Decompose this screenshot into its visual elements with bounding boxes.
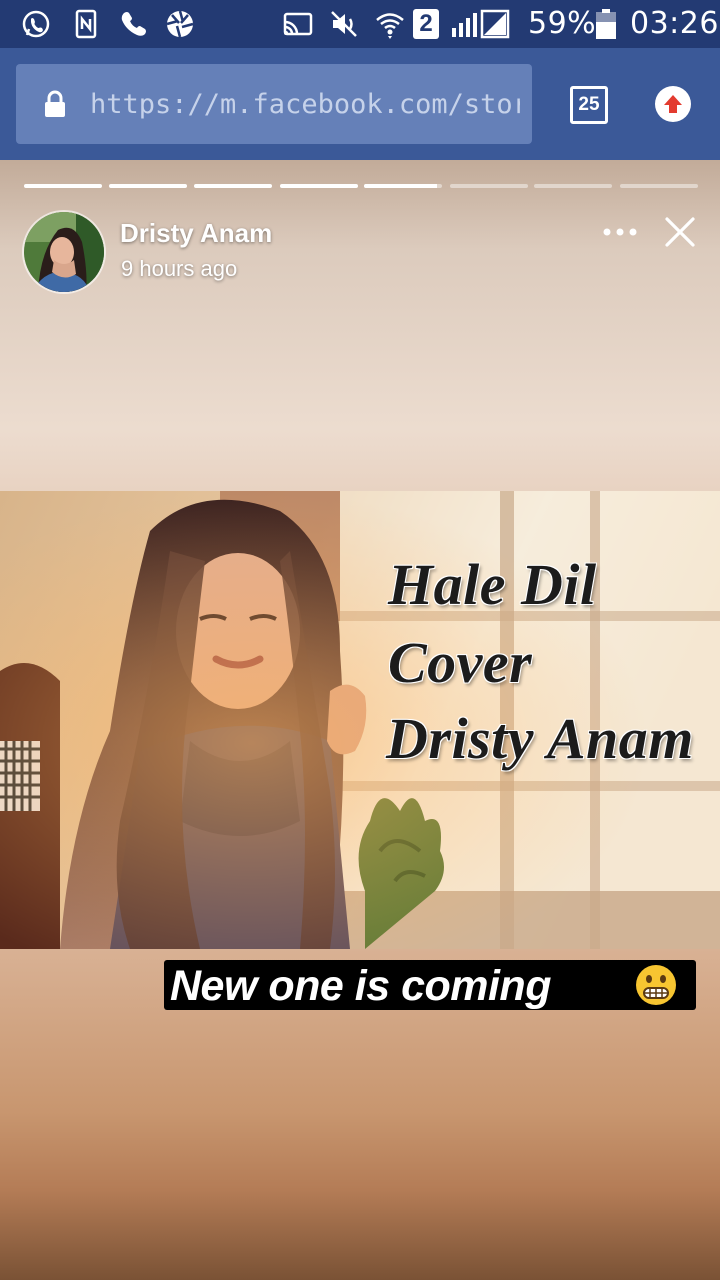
story-timestamp: 9 hours ago bbox=[121, 256, 238, 281]
story-caption: New one is coming bbox=[164, 960, 696, 1010]
aperture-icon bbox=[166, 10, 194, 38]
caption-text: New one is coming bbox=[170, 962, 551, 1010]
address-bar[interactable] bbox=[16, 64, 532, 144]
story-progress bbox=[24, 184, 698, 188]
progress-segment bbox=[24, 184, 102, 188]
sim-slot-label: 2 bbox=[419, 10, 433, 37]
close-icon[interactable] bbox=[664, 216, 696, 248]
tabs-icon-count: 25 bbox=[578, 94, 600, 115]
progress-segment bbox=[364, 184, 442, 188]
nfc-icon bbox=[75, 9, 97, 39]
more-icon[interactable] bbox=[600, 222, 640, 242]
battery-percent: 59% bbox=[528, 6, 597, 41]
sim-2-icon: 2 bbox=[413, 9, 439, 39]
tabs-button[interactable]: 25 bbox=[570, 86, 608, 124]
upload-icon bbox=[664, 95, 682, 113]
avatar-image bbox=[24, 212, 104, 292]
clock: 03:26 bbox=[630, 6, 719, 41]
grimacing-face-emoji bbox=[636, 965, 676, 1005]
photo-title-line-2: Cover bbox=[388, 630, 533, 695]
progress-segment bbox=[534, 184, 612, 188]
signal-icon bbox=[452, 9, 510, 39]
lock-icon bbox=[45, 90, 65, 117]
story-photo: Hale Dil Cover Dristy Anam bbox=[0, 491, 720, 949]
status-bar: 2 59% 03:26 bbox=[0, 0, 720, 48]
battery-icon bbox=[596, 9, 616, 39]
phone-icon bbox=[121, 12, 146, 36]
progress-segment bbox=[109, 184, 187, 188]
progress-segment bbox=[194, 184, 272, 188]
upload-button[interactable] bbox=[655, 86, 691, 122]
progress-segment bbox=[280, 184, 358, 188]
story-author-name[interactable]: Dristy Anam bbox=[120, 218, 272, 249]
progress-segment bbox=[450, 184, 528, 188]
whatsapp-icon bbox=[22, 10, 50, 38]
avatar[interactable] bbox=[24, 212, 104, 292]
story-viewer[interactable]: Dristy Anam 9 hours ago Hale Dil Cover D… bbox=[0, 160, 720, 1280]
browser-toolbar: 25 bbox=[0, 48, 720, 160]
wifi-icon bbox=[376, 13, 404, 39]
cast-icon bbox=[283, 12, 313, 36]
photo-title-line-3: Dristy Anam bbox=[386, 706, 694, 771]
photo-title-line-1: Hale Dil bbox=[388, 552, 597, 617]
mute-icon bbox=[331, 11, 357, 37]
progress-segment bbox=[620, 184, 698, 188]
url-input[interactable] bbox=[86, 78, 520, 130]
